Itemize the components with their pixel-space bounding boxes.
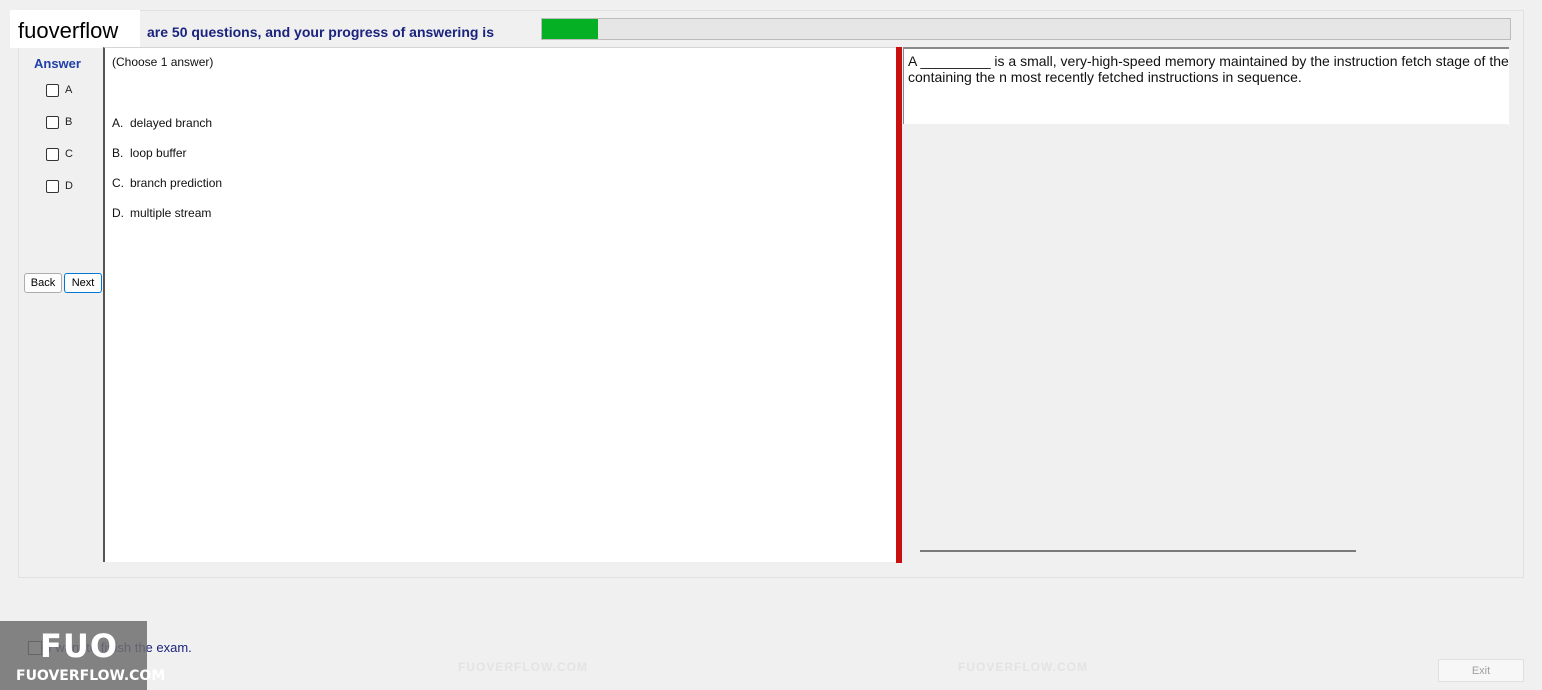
- choice-text: branch prediction: [130, 176, 223, 190]
- watermark-logo: FUO FUOVERFLOW.COM: [0, 621, 165, 690]
- answer-panel: Answer A B C D: [22, 50, 102, 560]
- choice-text: multiple stream: [130, 206, 212, 220]
- horizontal-scrollbar-thumb[interactable]: [920, 550, 1356, 552]
- choice-text: loop buffer: [130, 146, 187, 160]
- choice-a: A. delayed branch: [112, 116, 212, 130]
- choice-letter: A.: [112, 116, 124, 130]
- choice-b: B. loop buffer: [112, 146, 187, 160]
- watermark-text: FUOVERFLOW.COM: [458, 660, 588, 674]
- choice-letter: C.: [112, 176, 124, 190]
- answer-option-label: D: [65, 180, 73, 192]
- choice-letter: D.: [112, 206, 124, 220]
- question-stem: A _________ is a small, very-high-speed …: [908, 53, 1509, 85]
- answer-checkbox-c[interactable]: [46, 147, 59, 161]
- next-button[interactable]: Next: [64, 273, 102, 293]
- choose-instruction: (Choose 1 answer): [112, 55, 214, 69]
- answer-option-b[interactable]: B: [46, 114, 72, 130]
- progress-bar: [541, 18, 1511, 40]
- answer-option-d[interactable]: D: [46, 178, 73, 194]
- answer-title: Answer: [34, 56, 81, 71]
- question-stem-line: A _________ is a small, very-high-speed …: [908, 53, 1509, 69]
- brand-logo-box: fuoverflow: [10, 10, 140, 48]
- answer-option-a[interactable]: A: [46, 82, 72, 98]
- answer-checkbox-a[interactable]: [46, 83, 59, 97]
- exit-button[interactable]: Exit: [1438, 659, 1524, 682]
- choices-pane: (Choose 1 answer) A. delayed branch B. loo…: [103, 47, 897, 562]
- brand-name: fuoverflow: [18, 18, 119, 43]
- pane-splitter[interactable]: [896, 47, 902, 563]
- answer-option-label: C: [65, 148, 73, 160]
- progress-text: are 50 questions, and your progress of a…: [147, 24, 494, 40]
- choice-c: C. branch prediction: [112, 176, 222, 190]
- watermark-text: FUOVERFLOW.COM: [958, 660, 1088, 674]
- answer-checkbox-d[interactable]: [46, 179, 59, 193]
- choice-text: delayed branch: [130, 116, 213, 130]
- question-stem-line: containing the n most recently fetched i…: [908, 69, 1302, 85]
- watermark-logo-mark: FUO: [40, 627, 119, 665]
- question-stem-pane: A _________ is a small, very-high-speed …: [903, 47, 1509, 125]
- answer-option-label: B: [65, 116, 73, 128]
- answer-checkbox-b[interactable]: [46, 115, 59, 129]
- answer-option-label: A: [65, 84, 73, 96]
- question-image-area: [903, 124, 1508, 562]
- window-top-strip: [0, 0, 1542, 6]
- choice-d: D. multiple stream: [112, 206, 211, 220]
- answer-option-c[interactable]: C: [46, 146, 73, 162]
- choice-letter: B.: [112, 146, 124, 160]
- back-button[interactable]: Back: [24, 273, 62, 293]
- watermark-logo-caption: FUOVERFLOW.COM: [16, 668, 166, 684]
- progress-bar-fill: [542, 19, 599, 39]
